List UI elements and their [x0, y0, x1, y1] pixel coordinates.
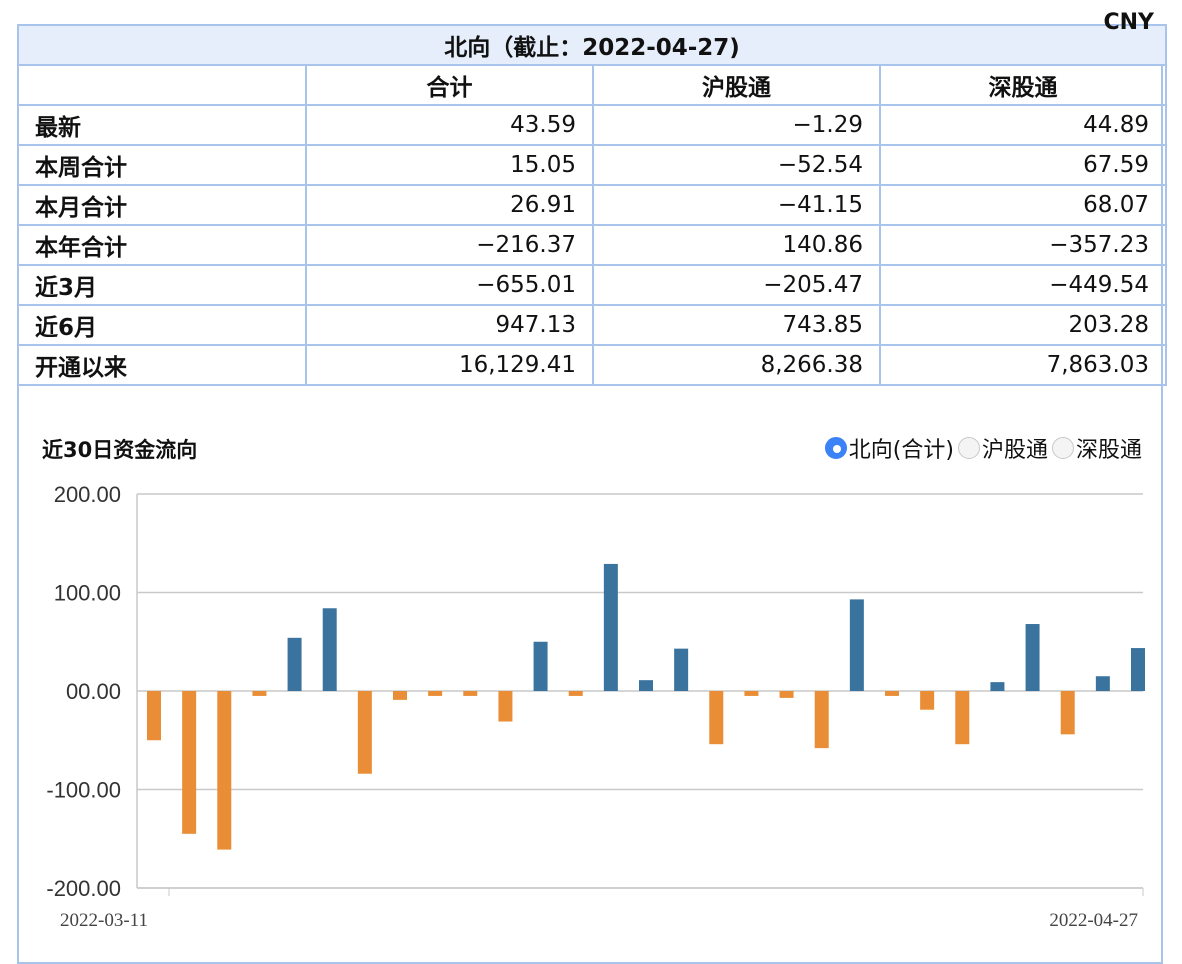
series-selector: 北向(合计) 沪股通 深股通	[821, 432, 1142, 464]
bar	[955, 691, 970, 745]
bar	[885, 691, 899, 696]
table-row: 本周合计 15.05 −52.54 67.59	[17, 144, 1168, 186]
bar	[568, 691, 583, 696]
bar	[849, 599, 864, 691]
cell-shanghai: −52.54	[592, 144, 881, 186]
bar	[428, 691, 443, 696]
bar	[1095, 676, 1110, 691]
bar	[603, 563, 618, 691]
radio-unselected-icon[interactable]	[957, 437, 980, 459]
row-label: 开通以来	[17, 344, 307, 386]
table-title-row: 北向（截止：2022-04-27)	[16, 24, 1168, 66]
column-header-shanghai: 沪股通	[592, 64, 881, 106]
radio-option-northbound-total[interactable]: 北向(合计)	[824, 432, 954, 464]
cell-shanghai: 8,266.38	[592, 344, 881, 386]
table-row: 开通以来 16,129.41 8,266.38 7,863.03	[17, 344, 1168, 386]
row-label: 本周合计	[17, 144, 307, 186]
y-tick-label: 00.00	[66, 679, 121, 704]
chart-title: 近30日资金流向	[42, 438, 198, 462]
table-row: 本月合计 26.91 −41.15 68.07	[17, 184, 1168, 226]
bar	[1060, 691, 1075, 735]
radio-label: 深股通	[1075, 438, 1142, 463]
bar	[1131, 648, 1145, 691]
radio-option-shenzhen-connect[interactable]: 深股通	[1051, 432, 1142, 464]
bar	[147, 691, 161, 741]
y-tick-label: 100.00	[54, 581, 121, 606]
cell-shenzhen: 7,863.03	[878, 344, 1168, 386]
bar	[322, 608, 337, 691]
table-row: 本年合计 −216.37 140.86 −357.23	[17, 224, 1168, 266]
table-title: 北向（截止：2022-04-27)	[16, 24, 1168, 66]
cell-shanghai: −41.15	[592, 184, 881, 226]
cell-shenzhen: 44.89	[878, 104, 1168, 146]
table-row: 近6月 947.13 743.85 203.28	[17, 304, 1168, 346]
cell-shenzhen: 203.28	[878, 304, 1168, 346]
table-row: 近3月 −655.01 −205.47 −449.54	[17, 264, 1168, 306]
bar	[287, 637, 302, 691]
cell-shenzhen: 68.07	[878, 184, 1168, 226]
header-empty-cell	[17, 64, 307, 106]
cell-total: −655.01	[305, 264, 594, 306]
table-title-text: 北向（截止：2022-04-27)	[444, 35, 740, 61]
bar	[744, 691, 759, 696]
cell-shanghai: 140.86	[592, 224, 881, 266]
bar	[779, 691, 794, 698]
radio-unselected-icon[interactable]	[1051, 437, 1074, 459]
row-label: 本年合计	[17, 224, 307, 266]
y-tick-label: -200.00	[46, 876, 121, 901]
cell-total: 947.13	[305, 304, 594, 346]
row-label: 近6月	[17, 304, 307, 346]
bar	[639, 680, 653, 691]
cell-total: −216.37	[305, 224, 594, 266]
radio-label: 沪股通	[981, 438, 1048, 463]
cell-total: 16,129.41	[305, 344, 594, 386]
column-header-shenzhen: 深股通	[878, 64, 1168, 106]
column-header-total: 合计	[305, 64, 594, 106]
row-label: 近3月	[17, 264, 307, 306]
x-end-label: 2022-04-27	[1049, 910, 1138, 931]
radio-option-shanghai-connect[interactable]: 沪股通	[957, 432, 1048, 464]
cell-total: 43.59	[305, 104, 594, 146]
cell-shenzhen: −357.23	[878, 224, 1168, 266]
cell-total: 15.05	[305, 144, 594, 186]
bar	[814, 691, 829, 749]
fund-flow-bar-chart: 200.00 100.00 00.00 -100.00 -200.00 2022-03-1…	[46, 482, 1145, 931]
bar	[498, 691, 513, 722]
y-tick-label: 200.00	[54, 482, 121, 507]
bar	[920, 691, 935, 710]
bar	[709, 691, 724, 745]
bar	[463, 691, 478, 696]
column-header-row: 合计 沪股通 深股通	[17, 64, 1168, 106]
cell-shanghai: −1.29	[592, 104, 881, 146]
bar	[674, 648, 689, 691]
x-start-label: 2022-03-11	[60, 910, 148, 931]
radio-selected-icon[interactable]	[824, 437, 847, 459]
bar	[393, 691, 407, 700]
bar	[182, 691, 197, 834]
bar	[1025, 624, 1040, 691]
bar	[990, 682, 1005, 691]
cell-shanghai: 743.85	[592, 304, 881, 346]
row-label: 本月合计	[17, 184, 307, 226]
cell-shenzhen: 67.59	[878, 144, 1168, 186]
y-tick-label: -100.00	[46, 778, 121, 803]
bar	[533, 641, 548, 691]
cell-total: 26.91	[305, 184, 594, 226]
table-row: 最新 43.59 −1.29 44.89	[17, 104, 1168, 146]
cell-shanghai: −205.47	[592, 264, 881, 306]
radio-label: 北向(合计)	[848, 438, 954, 463]
currency-label: CNY	[1103, 10, 1155, 35]
bar	[217, 691, 232, 850]
cell-shenzhen: −449.54	[878, 264, 1168, 306]
bar	[357, 691, 372, 774]
northbound-table: 北向（截止：2022-04-27) 合计 沪股通 深股通 最新 43.59 −1…	[16, 24, 1168, 386]
bar	[252, 691, 267, 696]
row-label: 最新	[17, 104, 307, 146]
